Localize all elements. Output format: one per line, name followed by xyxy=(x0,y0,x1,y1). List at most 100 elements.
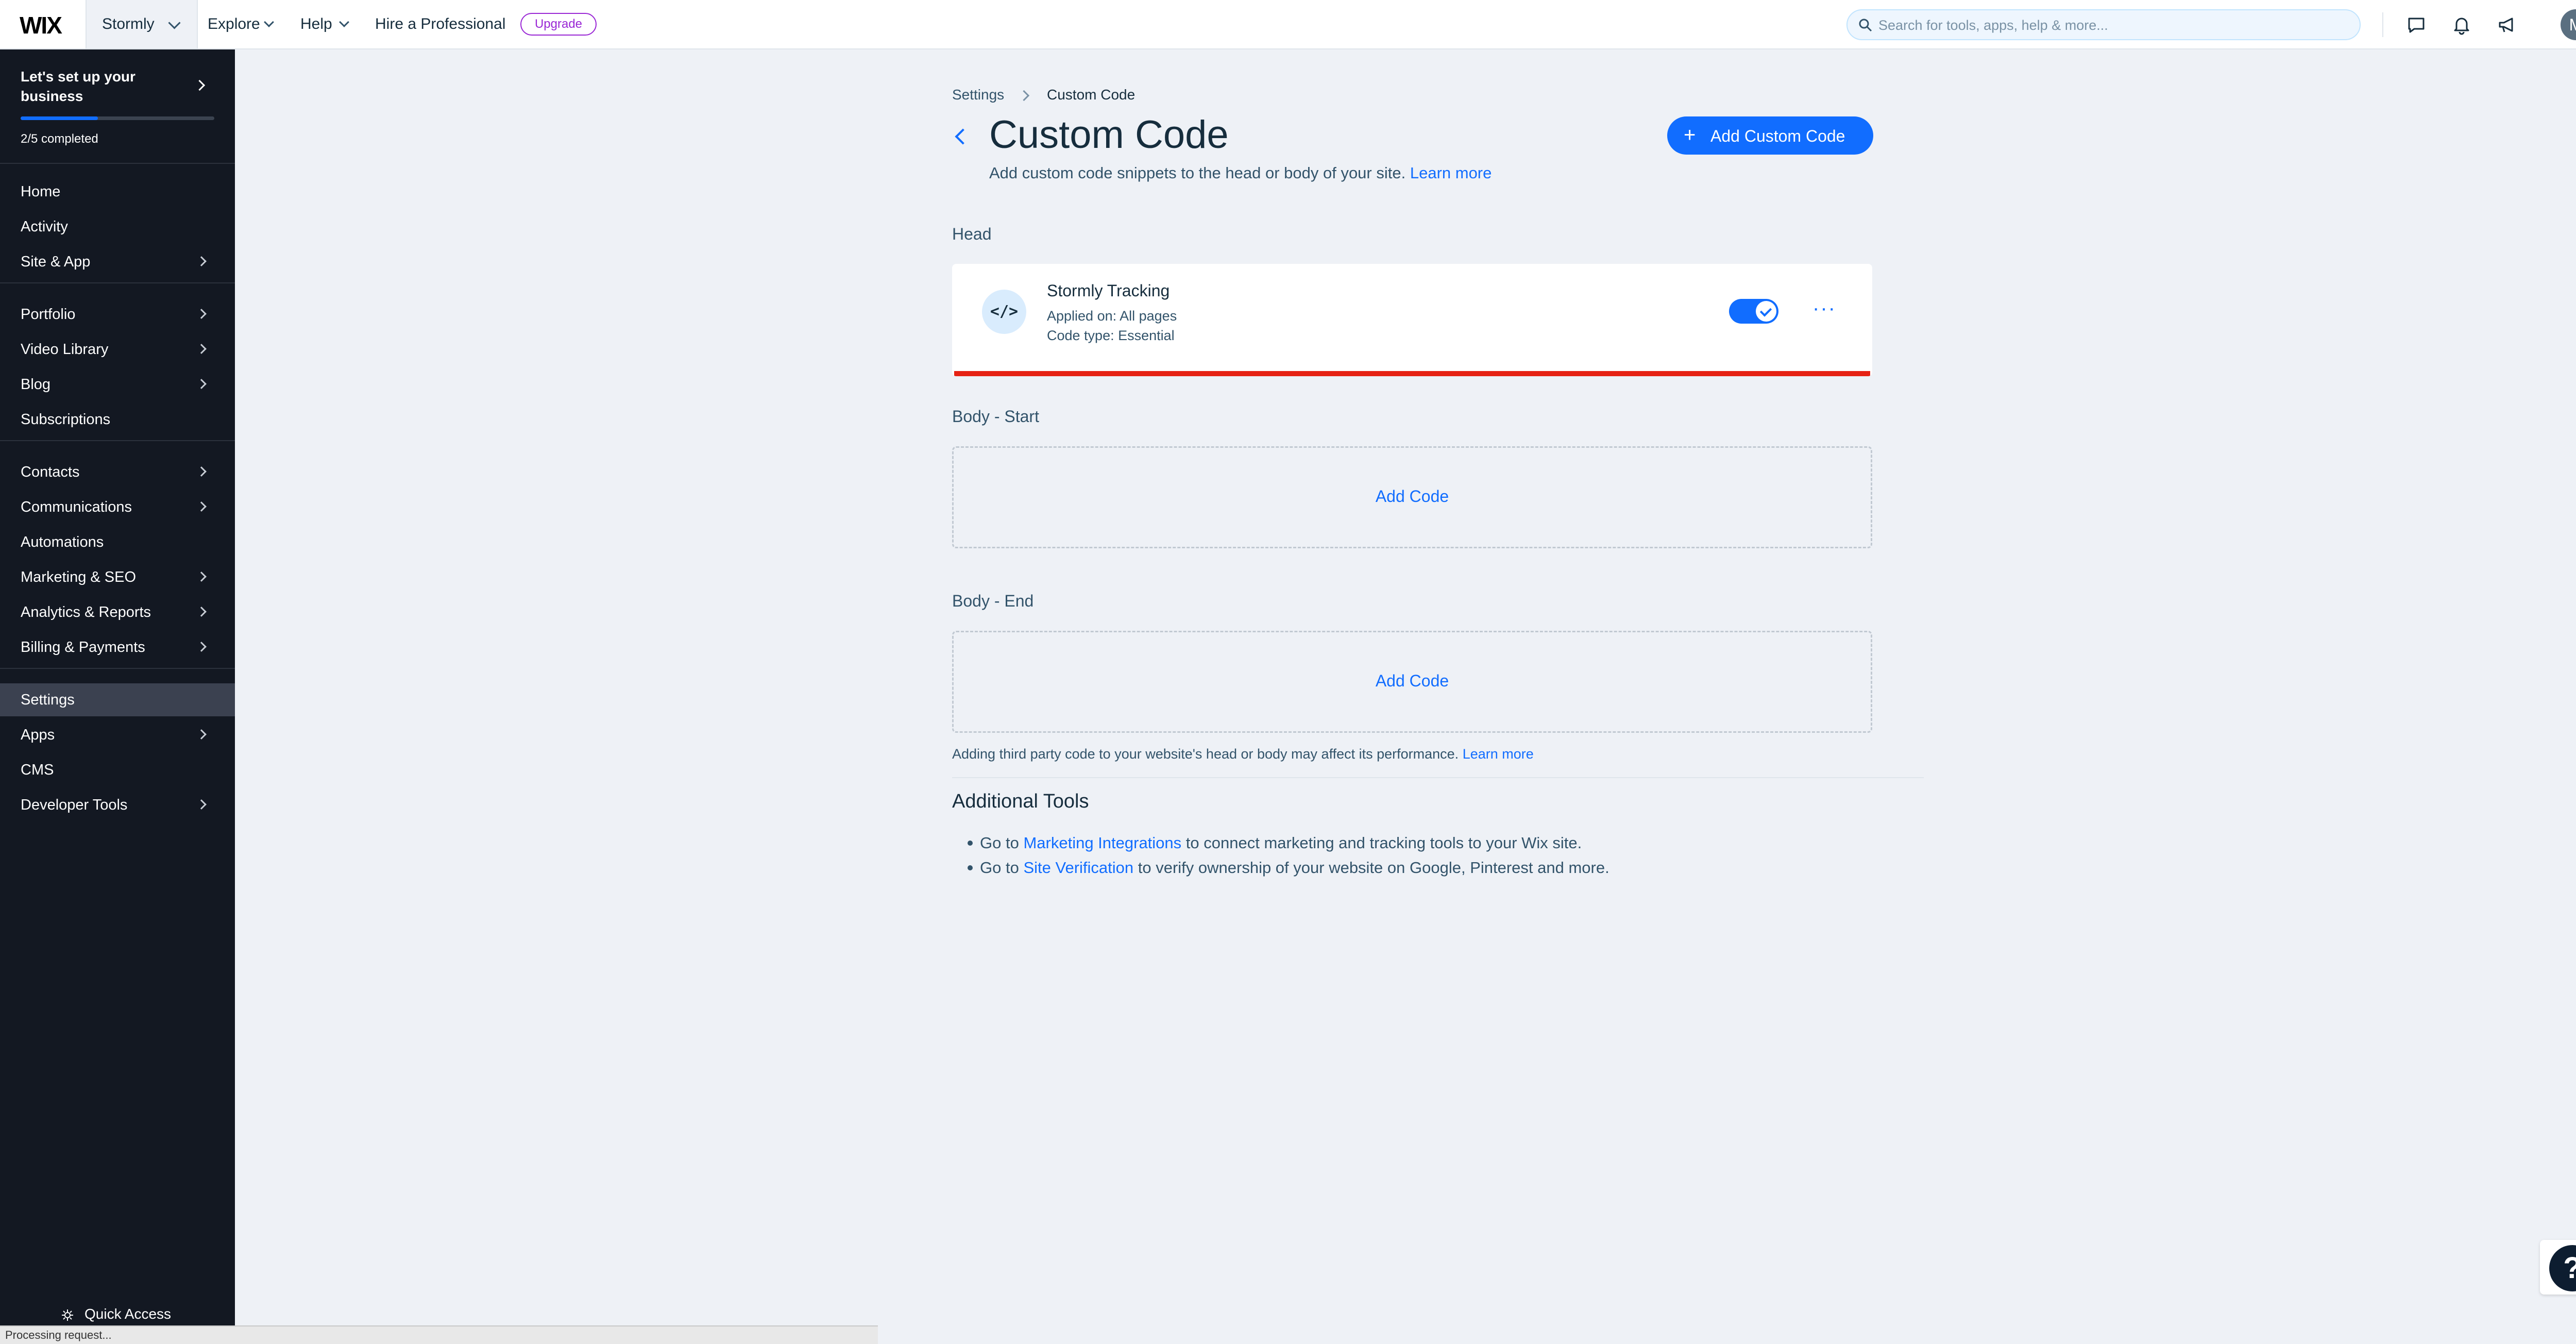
help-menu[interactable]: Help xyxy=(300,15,332,33)
add-custom-code-button[interactable]: + Add Custom Code xyxy=(1667,116,1873,155)
sidebar-item-label: Blog xyxy=(21,376,51,393)
snippet-code-type: Code type: Essential xyxy=(1047,328,1175,343)
site-selector[interactable]: Stormly xyxy=(86,0,198,48)
chat-icon[interactable] xyxy=(2404,12,2429,37)
body-start-dropzone[interactable]: Add Code xyxy=(952,446,1872,548)
sidebar-item-analytics-reports[interactable]: Analytics & Reports xyxy=(0,596,235,629)
chevron-right-icon xyxy=(196,256,207,266)
sidebar-item-developer-tools[interactable]: Developer Tools xyxy=(0,788,235,821)
explore-menu[interactable]: Explore xyxy=(208,15,260,33)
chevron-right-icon xyxy=(196,466,207,477)
sidebar-item-label: Marketing & SEO xyxy=(21,569,137,585)
sidebar-item-label: Video Library xyxy=(21,341,109,358)
note-text: Adding third party code to your website'… xyxy=(952,746,1459,762)
snippet-applied-on: Applied on: All pages xyxy=(1047,308,1177,324)
sidebar-item-cms[interactable]: CMS xyxy=(0,753,235,786)
sidebar-item-activity[interactable]: Activity xyxy=(0,210,235,243)
chevron-right-icon xyxy=(196,309,207,319)
sidebar-item-label: Settings xyxy=(21,692,75,708)
search-placeholder: Search for tools, apps, help & more... xyxy=(1878,18,2108,33)
divider xyxy=(0,282,235,283)
search-icon xyxy=(1859,19,1872,32)
breadcrumb-settings[interactable]: Settings xyxy=(952,87,1004,103)
bell-icon[interactable] xyxy=(2449,12,2474,37)
subtitle-text: Add custom code snippets to the head or … xyxy=(989,164,1406,182)
sidebar-item-label: Subscriptions xyxy=(21,411,111,428)
tools-item-marketing: Go to Marketing Integrations to connect … xyxy=(967,834,1582,852)
marketing-integrations-link[interactable]: Marketing Integrations xyxy=(1023,834,1181,852)
chevron-right-icon xyxy=(194,79,206,91)
chevron-right-icon xyxy=(196,642,207,652)
wix-logo[interactable]: WIX xyxy=(20,11,62,39)
setup-progress-bar xyxy=(21,116,214,120)
chevron-right-icon xyxy=(196,501,207,512)
sidebar-item-label: Billing & Payments xyxy=(21,639,145,656)
megaphone-icon[interactable] xyxy=(2495,12,2519,37)
sidebar-item-label: Communications xyxy=(21,499,132,515)
help-button[interactable]: ? xyxy=(2549,1245,2576,1291)
sidebar-item-label: Automations xyxy=(21,534,104,550)
sidebar-item-label: Analytics & Reports xyxy=(21,604,151,620)
snippet-name: Stormly Tracking xyxy=(1047,281,1170,300)
upgrade-button[interactable]: Upgrade xyxy=(520,13,597,36)
page-title: Custom Code xyxy=(989,113,1229,157)
quick-access-button[interactable]: Quick Access xyxy=(84,1306,171,1322)
sidebar-item-subscriptions[interactable]: Subscriptions xyxy=(0,403,235,436)
divider xyxy=(0,440,235,441)
code-icon: </> xyxy=(982,290,1026,334)
hire-professional-link[interactable]: Hire a Professional xyxy=(375,15,505,33)
breadcrumb-current: Custom Code xyxy=(1047,87,1136,103)
sidebar-item-home[interactable]: Home xyxy=(0,175,235,208)
site-verification-link[interactable]: Site Verification xyxy=(1023,859,1133,877)
search-input[interactable]: Search for tools, apps, help & more... xyxy=(1846,9,2361,40)
chevron-right-icon xyxy=(196,572,207,582)
site-name: Stormly xyxy=(102,15,155,32)
divider xyxy=(2382,12,2383,37)
plus-icon: + xyxy=(1684,124,1696,146)
toggle-knob xyxy=(1756,301,1776,322)
divider xyxy=(952,777,1924,778)
sidebar-item-settings[interactable]: Settings xyxy=(0,683,235,716)
more-actions-icon[interactable]: ··· xyxy=(1812,297,1836,320)
section-body-end-label: Body - End xyxy=(952,592,1034,610)
code-snippet-card[interactable]: </> Stormly Tracking Applied on: All pag… xyxy=(952,264,1872,376)
note-learn-more-link[interactable]: Learn more xyxy=(1463,746,1534,762)
chevron-down-icon xyxy=(264,17,274,27)
learn-more-link[interactable]: Learn more xyxy=(1410,164,1492,182)
sidebar-item-apps[interactable]: Apps xyxy=(0,718,235,751)
chevron-down-icon xyxy=(339,17,349,27)
sidebar-item-marketing-seo[interactable]: Marketing & SEO xyxy=(0,561,235,594)
snippet-toggle[interactable] xyxy=(1729,299,1778,324)
sidebar-item-portfolio[interactable]: Portfolio xyxy=(0,298,235,331)
sidebar-item-label: Developer Tools xyxy=(21,797,128,813)
sidebar-item-label: Home xyxy=(21,183,61,200)
sidebar-item-blog[interactable]: Blog xyxy=(0,368,235,401)
top-bar: WIX Stormly Explore Help Hire a Professi… xyxy=(0,0,2576,49)
sidebar-item-billing-payments[interactable]: Billing & Payments xyxy=(0,631,235,664)
body-end-dropzone[interactable]: Add Code xyxy=(952,631,1872,733)
body-start-add-code[interactable]: Add Code xyxy=(954,487,1871,506)
sidebar-item-label: Apps xyxy=(21,727,55,743)
check-icon xyxy=(1759,305,1772,317)
section-body-start-label: Body - Start xyxy=(952,407,1039,426)
avatar[interactable]: M xyxy=(2561,9,2576,40)
chevron-right-icon xyxy=(1018,90,1030,102)
chevron-right-icon xyxy=(196,379,207,389)
body-end-add-code[interactable]: Add Code xyxy=(954,671,1871,691)
chevron-right-icon xyxy=(196,729,207,740)
sidebar-item-label: CMS xyxy=(21,762,54,778)
back-arrow-icon[interactable] xyxy=(955,128,971,145)
status-bar: Processing request... xyxy=(0,1325,878,1344)
sidebar-item-contacts[interactable]: Contacts xyxy=(0,456,235,489)
sidebar-item-label: Portfolio xyxy=(21,306,76,323)
sidebar-item-label: Contacts xyxy=(21,464,80,480)
chevron-down-icon xyxy=(168,16,181,29)
sidebar-item-site-app[interactable]: Site & App xyxy=(0,245,235,278)
sidebar-item-label: Site & App xyxy=(21,254,91,270)
setup-progress-fill xyxy=(21,116,98,120)
sidebar-item-automations[interactable]: Automations xyxy=(0,526,235,559)
divider xyxy=(0,668,235,669)
status-text: Processing request... xyxy=(5,1329,112,1341)
sidebar-item-video-library[interactable]: Video Library xyxy=(0,333,235,366)
sidebar-item-communications[interactable]: Communications xyxy=(0,491,235,524)
